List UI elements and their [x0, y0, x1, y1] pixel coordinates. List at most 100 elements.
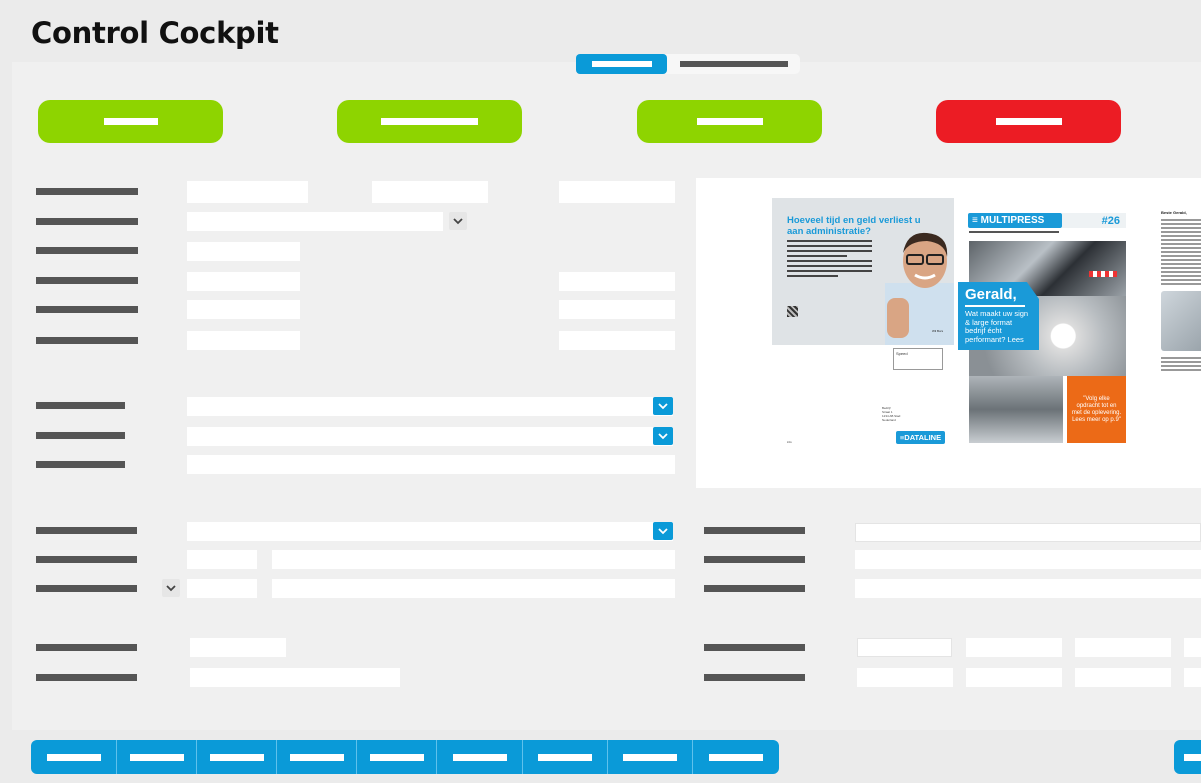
multipress-logo: ≡ MULTIPRESS [968, 213, 1062, 228]
field-label [36, 247, 138, 254]
view-tabs [576, 54, 800, 74]
action-button-1[interactable] [38, 100, 223, 143]
toolbar-button-9[interactable] [693, 740, 779, 774]
text-input[interactable] [272, 579, 675, 598]
field-label [704, 585, 805, 592]
text-input[interactable] [372, 181, 488, 203]
letter-column: Beste Gerald, [1161, 210, 1201, 373]
text-input[interactable] [559, 181, 675, 203]
field-label [36, 188, 138, 195]
small-note: info [787, 440, 792, 444]
text-input[interactable] [559, 331, 675, 350]
toolbar-button-label [209, 753, 264, 761]
page-title: Control Cockpit [31, 16, 279, 50]
field-label [36, 585, 137, 592]
person-photo [885, 232, 954, 345]
action-button-3[interactable] [637, 100, 822, 143]
text-input[interactable] [857, 668, 953, 687]
greeting-question: Wat maakt uw sign & large format bedrijf… [965, 309, 1029, 344]
text-input[interactable] [187, 455, 675, 474]
toolbar-button-5[interactable] [357, 740, 437, 774]
field-label [36, 527, 137, 534]
toolbar-button-right-label [1184, 754, 1201, 761]
toolbar-button-right[interactable] [1174, 740, 1201, 774]
field-label [36, 337, 138, 344]
field-label [36, 277, 138, 284]
toolbar-button-label [623, 753, 677, 761]
address-block: Bedrijf Straat 1 1234 AB Stad Nederland [882, 406, 900, 422]
text-input[interactable] [1184, 638, 1201, 657]
toolbar-button-label [129, 753, 184, 761]
document-preview: Hoeveel tijd en geld verliest u aan admi… [696, 178, 1201, 488]
toolbar-button-label [538, 753, 592, 761]
chevron-down-icon[interactable] [653, 397, 673, 415]
field-label [36, 674, 137, 681]
action-button-3-label [696, 118, 763, 125]
text-input[interactable] [1184, 668, 1201, 687]
field-label [36, 644, 137, 651]
letter-greeting: Beste Gerald, [1161, 210, 1187, 215]
text-input[interactable] [1075, 638, 1171, 657]
text-input[interactable] [855, 579, 1201, 598]
text-input[interactable] [187, 331, 300, 350]
text-input[interactable] [187, 242, 300, 261]
toolbar-button-7[interactable] [523, 740, 608, 774]
field-label [36, 306, 138, 313]
letter-photo [1161, 291, 1201, 351]
ad-caption: Wil Bors [932, 329, 944, 333]
ad-body-text [787, 240, 872, 280]
chevron-down-icon[interactable] [162, 579, 180, 597]
issue-number: #26 [1062, 213, 1126, 228]
workshop-photo [969, 376, 1063, 443]
dataline-logo: ≡DATALINE [896, 431, 945, 444]
greeting-name: Gerald, [965, 286, 1017, 303]
tab-1-label [591, 61, 652, 67]
toolbar-button-2[interactable] [117, 740, 197, 774]
text-input[interactable] [855, 523, 1201, 542]
text-input[interactable] [559, 272, 675, 291]
tab-2[interactable] [667, 54, 800, 74]
toolbar-button-1[interactable] [31, 740, 117, 774]
toolbar-button-label [46, 753, 101, 761]
text-input[interactable] [1075, 668, 1171, 687]
toolbar-button-8[interactable] [608, 740, 693, 774]
toolbar-button-3[interactable] [197, 740, 277, 774]
action-button-1-label [103, 118, 158, 125]
text-input[interactable] [559, 300, 675, 319]
text-input[interactable] [966, 668, 1062, 687]
action-button-4-danger[interactable] [936, 100, 1121, 143]
text-input[interactable] [187, 272, 300, 291]
chevron-down-icon[interactable] [653, 522, 673, 540]
chevron-down-icon[interactable] [653, 427, 673, 445]
action-button-2-label [381, 118, 478, 125]
text-input[interactable] [190, 638, 286, 657]
chevron-down-icon[interactable] [449, 212, 467, 230]
text-input[interactable] [187, 579, 257, 598]
qr-code [787, 306, 798, 317]
select-input[interactable] [187, 397, 673, 416]
text-input[interactable] [190, 668, 400, 687]
toolbar-button-label [452, 753, 507, 761]
select-input[interactable] [187, 212, 443, 231]
field-label [36, 218, 138, 225]
toolbar-button-label [289, 753, 344, 761]
toolbar-button-6[interactable] [437, 740, 523, 774]
toolbar-button-4[interactable] [277, 740, 357, 774]
text-input[interactable] [272, 550, 675, 569]
field-label [704, 644, 805, 651]
text-input[interactable] [857, 638, 952, 657]
text-input[interactable] [966, 638, 1062, 657]
select-input[interactable] [187, 522, 673, 541]
field-label [704, 556, 805, 563]
action-button-2[interactable] [337, 100, 522, 143]
field-label [704, 527, 805, 534]
select-input[interactable] [187, 427, 673, 446]
stamp-text: Speed [896, 351, 908, 356]
field-label [36, 461, 125, 468]
tab-1[interactable] [576, 54, 667, 74]
field-label [36, 432, 125, 439]
text-input[interactable] [855, 550, 1201, 569]
text-input[interactable] [187, 300, 300, 319]
text-input[interactable] [187, 550, 257, 569]
text-input[interactable] [187, 181, 308, 203]
